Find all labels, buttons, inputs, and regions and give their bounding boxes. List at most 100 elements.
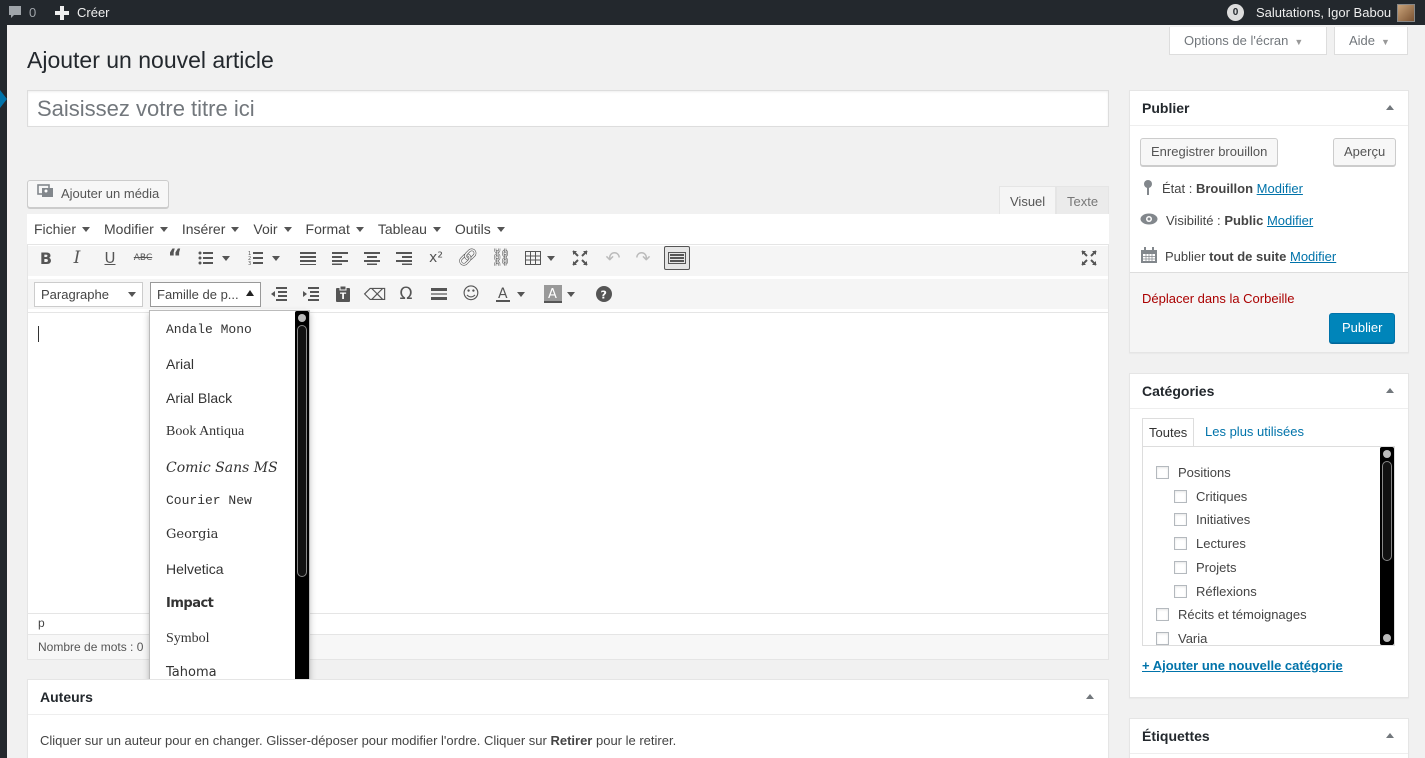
menu-item[interactable]: Format: [306, 221, 364, 237]
add-media-button[interactable]: Ajouter un média: [27, 180, 170, 208]
category-checkbox[interactable]: [1174, 560, 1187, 574]
font-option[interactable]: Courier New: [166, 493, 252, 508]
scroll-up-icon[interactable]: [1383, 450, 1391, 458]
background-color-button[interactable]: A: [541, 282, 565, 306]
account-menu[interactable]: Salutations, Igor Babou: [1256, 0, 1416, 25]
font-option[interactable]: Andale Mono: [166, 322, 252, 337]
trash-link[interactable]: Déplacer dans la Corbeille: [1142, 291, 1294, 306]
category-checkbox[interactable]: [1174, 537, 1187, 551]
superscript-button[interactable]: x²: [424, 246, 448, 270]
font-option[interactable]: Arial: [166, 356, 194, 372]
menu-item[interactable]: Fichier: [34, 221, 91, 237]
new-content-menu[interactable]: Créer: [55, 0, 110, 25]
menu-item[interactable]: Modifier: [104, 221, 168, 237]
emoji-button[interactable]: ☺: [459, 282, 483, 306]
tags-box-header[interactable]: Étiquettes: [1130, 719, 1408, 754]
bold-button[interactable]: B: [34, 246, 58, 270]
category-checkbox[interactable]: [1174, 584, 1187, 598]
font-option[interactable]: Arial Black: [166, 390, 232, 406]
category-item[interactable]: Positions: [1156, 465, 1231, 480]
post-title-input[interactable]: Saisissez votre titre ici: [27, 90, 1109, 127]
category-scroll-thumb[interactable]: [1382, 461, 1392, 561]
comments-menu[interactable]: 0: [7, 0, 36, 25]
category-checkbox[interactable]: [1174, 489, 1187, 503]
scroll-up-icon[interactable]: [298, 314, 306, 322]
font-option[interactable]: Georgia: [166, 527, 218, 542]
clear-formatting-button[interactable]: ⌫: [363, 282, 387, 306]
collapse-arrow-icon[interactable]: [1386, 733, 1394, 738]
tab-visual[interactable]: Visuel: [999, 186, 1057, 215]
publish-button[interactable]: Publier: [1329, 313, 1396, 343]
edit-status-link[interactable]: Modifier: [1257, 181, 1303, 196]
categories-box-header[interactable]: Catégories: [1130, 374, 1408, 409]
menu-item[interactable]: Voir: [253, 221, 292, 237]
collapse-arrow-icon[interactable]: [1386, 388, 1394, 393]
read-more-button[interactable]: [427, 282, 451, 306]
font-option[interactable]: Comic Sans MS: [166, 460, 278, 476]
category-scrollbar[interactable]: [1380, 447, 1394, 645]
category-item[interactable]: Récits et témoignages: [1156, 607, 1307, 622]
screen-options-button[interactable]: Options de l'écran ▼: [1169, 27, 1327, 55]
distraction-free-button[interactable]: [1077, 246, 1101, 270]
preview-button[interactable]: Aperçu: [1333, 138, 1397, 166]
fullscreen-button[interactable]: [568, 246, 592, 270]
scroll-down-icon[interactable]: [1383, 634, 1391, 642]
category-item[interactable]: Lectures: [1174, 536, 1246, 551]
font-option[interactable]: Impact: [166, 596, 214, 611]
menu-item[interactable]: Outils: [455, 221, 505, 237]
tab-text[interactable]: Texte: [1056, 186, 1109, 215]
table-dropdown[interactable]: [544, 246, 558, 270]
unlink-button[interactable]: ⛓: [489, 246, 513, 270]
font-option[interactable]: Helvetica: [166, 561, 224, 577]
help-icon[interactable]: ?: [592, 282, 616, 306]
format-select[interactable]: Paragraphe: [34, 282, 143, 307]
category-item[interactable]: Critiques: [1174, 489, 1247, 504]
paste-text-icon[interactable]: T: [331, 282, 355, 306]
edit-visibility-link[interactable]: Modifier: [1267, 213, 1313, 228]
authors-box-header[interactable]: Auteurs: [28, 680, 1108, 715]
align-center-button[interactable]: [360, 246, 384, 270]
category-checkbox[interactable]: [1174, 513, 1187, 527]
help-button[interactable]: Aide ▼: [1334, 27, 1408, 55]
tab-all-categories[interactable]: Toutes: [1142, 418, 1195, 447]
align-justify-button[interactable]: [296, 246, 320, 270]
publish-box-header[interactable]: Publier: [1130, 91, 1408, 126]
undo-button[interactable]: ↶: [601, 246, 625, 270]
indent-button[interactable]: [299, 282, 323, 306]
updates-menu[interactable]: 0: [1227, 0, 1244, 25]
add-category-link[interactable]: + Ajouter une nouvelle catégorie: [1142, 658, 1343, 673]
category-item[interactable]: Projets: [1174, 560, 1236, 575]
italic-button[interactable]: I: [65, 246, 89, 270]
category-item[interactable]: Réflexions: [1174, 584, 1257, 599]
bullet-list-dropdown[interactable]: [219, 246, 233, 270]
category-checkbox[interactable]: [1156, 608, 1169, 622]
font-family-select[interactable]: Famille de p...: [150, 282, 261, 307]
numbered-list-dropdown[interactable]: [269, 246, 283, 270]
tab-popular-categories[interactable]: Les plus utilisées: [1205, 418, 1304, 447]
collapse-arrow-icon[interactable]: [1086, 694, 1094, 699]
redo-button[interactable]: ↷: [631, 246, 655, 270]
category-item[interactable]: Varia: [1156, 631, 1207, 646]
link-button[interactable]: 🔗︎: [456, 246, 480, 270]
background-color-dropdown[interactable]: [564, 282, 578, 306]
edit-schedule-link[interactable]: Modifier: [1290, 249, 1336, 264]
align-right-button[interactable]: [392, 246, 416, 270]
numbered-list-button[interactable]: 123: [244, 246, 268, 270]
strikethrough-button[interactable]: ABC: [131, 246, 155, 270]
text-color-dropdown[interactable]: [514, 282, 528, 306]
align-left-button[interactable]: [328, 246, 352, 270]
outdent-button[interactable]: [267, 282, 291, 306]
toolbar-toggle-button[interactable]: [664, 246, 690, 270]
save-draft-button[interactable]: Enregistrer brouillon: [1140, 138, 1279, 166]
dropdown-scroll-thumb[interactable]: [297, 325, 307, 577]
category-checkbox[interactable]: [1156, 631, 1169, 645]
underline-button[interactable]: U: [98, 246, 122, 270]
category-item[interactable]: Initiatives: [1174, 512, 1250, 527]
table-button[interactable]: [521, 246, 545, 270]
menu-item[interactable]: Insérer: [182, 221, 240, 237]
collapse-arrow-icon[interactable]: [1386, 105, 1394, 110]
dropdown-scrollbar[interactable]: [295, 311, 309, 719]
font-option[interactable]: Symbol: [166, 631, 210, 647]
font-option[interactable]: Tahoma: [166, 665, 217, 680]
font-option[interactable]: Book Antiqua: [166, 424, 244, 440]
